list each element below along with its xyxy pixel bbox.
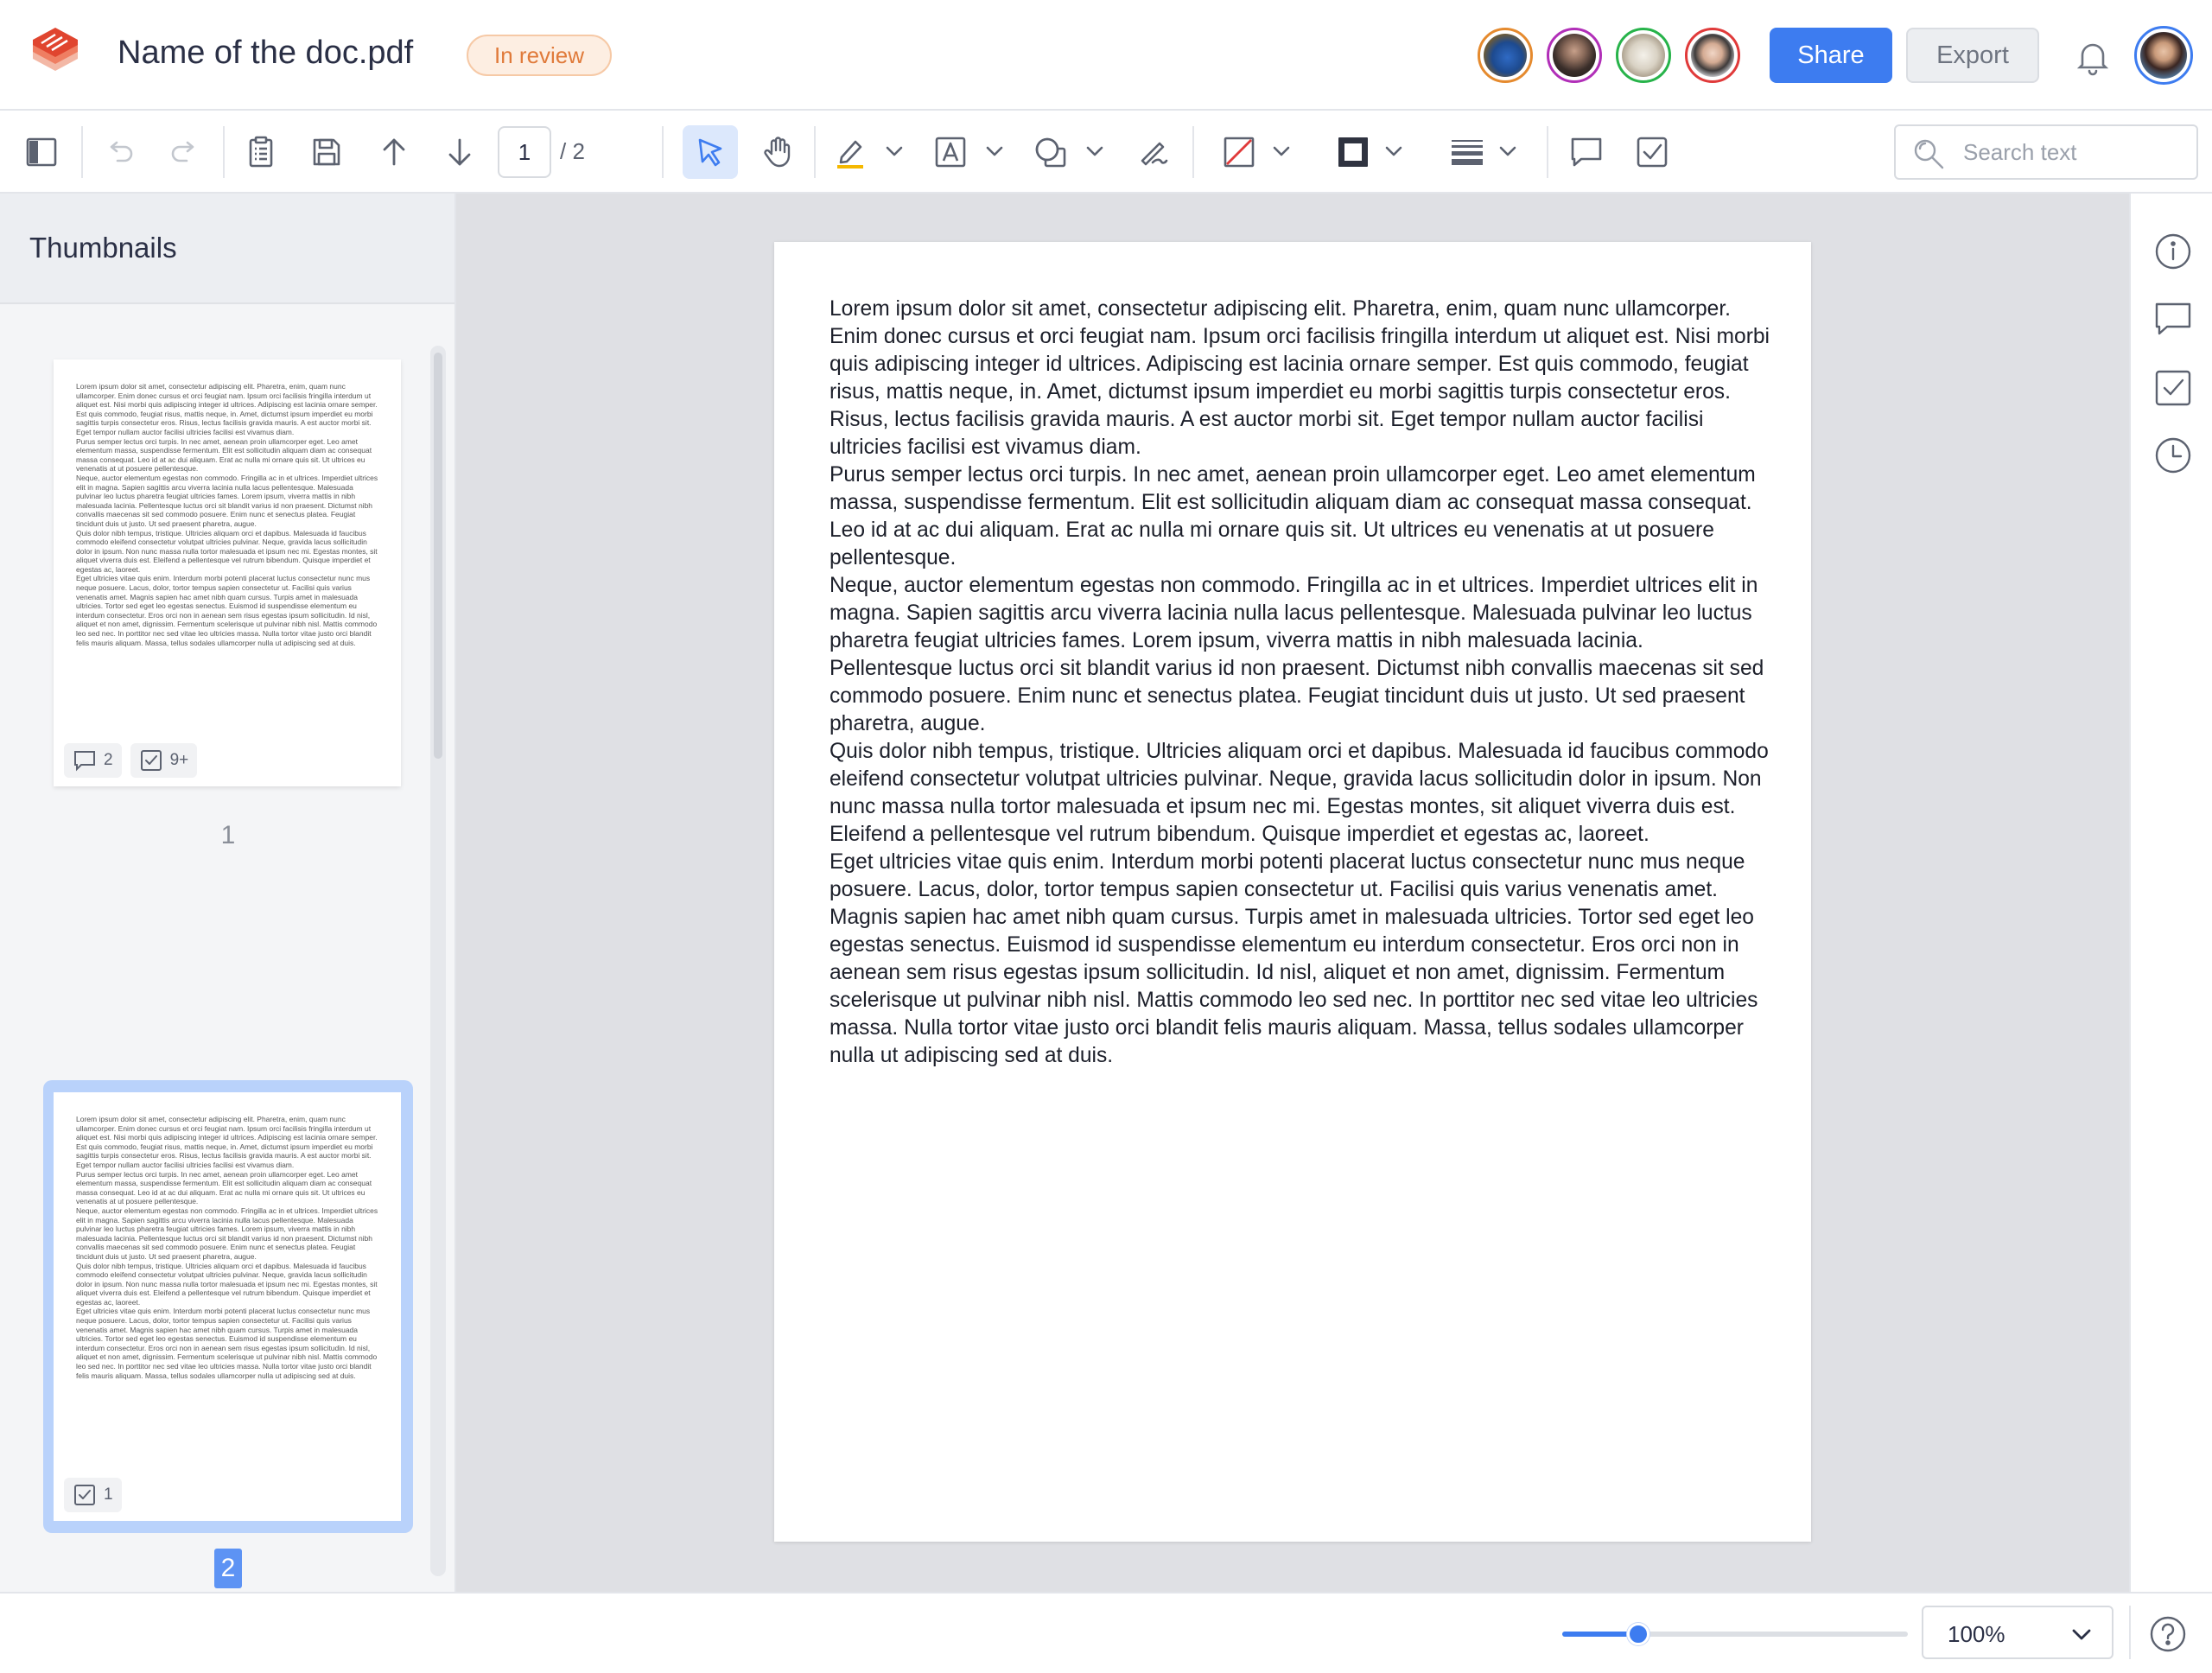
- redo-icon[interactable]: [162, 130, 207, 175]
- share-button[interactable]: Share: [1770, 28, 1892, 83]
- thumbnail-page-number: 1: [220, 821, 236, 849]
- line-style-icon[interactable]: [1445, 130, 1490, 175]
- signature-tool-icon[interactable]: [1130, 130, 1175, 175]
- undo-icon[interactable]: [97, 130, 142, 175]
- paragraph[interactable]: Eget ultricies vitae quis enim. Interdum…: [830, 849, 1771, 1070]
- chevron-down-icon[interactable]: [1270, 140, 1293, 162]
- checkbox-icon: [140, 750, 162, 771]
- thumbnail-badges: 2 9+: [64, 743, 198, 778]
- app-header: Name of the doc.pdf In review Share Expo…: [0, 0, 2212, 111]
- pan-tool-icon[interactable]: [755, 130, 800, 175]
- thumbnails-sidebar: Thumbnails Lorem ipsum dolor sit amet, c…: [0, 194, 456, 1673]
- search-input[interactable]: [1963, 135, 2188, 169]
- help-icon[interactable]: [2148, 1614, 2188, 1654]
- thumbnail-page-number-selected: 2: [214, 1549, 242, 1588]
- chevron-down-icon[interactable]: [1382, 140, 1405, 162]
- collaborator-avatar[interactable]: [1478, 28, 1533, 83]
- comments-icon[interactable]: [2153, 299, 2193, 339]
- sidebar-title: Thumbnails: [29, 232, 177, 264]
- paragraph[interactable]: Quis dolor nibh tempus, tristique. Ultri…: [830, 738, 1771, 849]
- shapes-tool-icon[interactable]: [1028, 130, 1073, 175]
- comment-tool-icon[interactable]: [1564, 130, 1609, 175]
- page-thumbnail-2[interactable]: Lorem ipsum dolor sit amet, consectetur …: [54, 1092, 401, 1521]
- paragraph[interactable]: Lorem ipsum dolor sit amet, consectetur …: [830, 296, 1771, 461]
- comment-count-badge[interactable]: 2: [64, 743, 122, 778]
- status-badge[interactable]: In review: [467, 35, 613, 76]
- footer: 100%: [0, 1592, 2212, 1673]
- paragraph[interactable]: Neque, auctor elementum egestas non comm…: [830, 572, 1771, 738]
- zoom-slider[interactable]: [1562, 1623, 1908, 1645]
- history-icon[interactable]: [2153, 436, 2193, 475]
- chevron-down-icon[interactable]: [1497, 140, 1519, 162]
- chevron-down-icon[interactable]: [883, 140, 906, 162]
- app-logo-icon[interactable]: [29, 24, 81, 86]
- document-title[interactable]: Name of the doc.pdf: [118, 35, 413, 72]
- user-avatar[interactable]: [2134, 26, 2193, 85]
- toolbar: [0, 111, 2212, 194]
- sidebar-header: Thumbnails: [0, 194, 454, 304]
- chevron-down-icon: [2072, 1629, 2091, 1640]
- search-icon: [1914, 139, 1944, 169]
- checkbox-icon: [74, 1485, 95, 1505]
- info-icon[interactable]: [2153, 232, 2193, 271]
- zoom-select[interactable]: 100%: [1922, 1606, 2113, 1659]
- page-total: / 2: [560, 138, 585, 164]
- document-page[interactable]: Lorem ipsum dolor sit amet, consectetur …: [774, 242, 1811, 1542]
- collaborator-avatar[interactable]: [1685, 28, 1740, 83]
- select-tool-icon[interactable]: [683, 125, 738, 179]
- notification-bell-icon[interactable]: [2074, 38, 2112, 76]
- tasks-icon[interactable]: [2153, 368, 2193, 408]
- thumbnails-scrollbar-thumb[interactable]: [434, 353, 442, 759]
- export-button[interactable]: Export: [1906, 28, 2039, 83]
- paragraph[interactable]: Purus semper lectus orci turpis. In nec …: [830, 461, 1771, 572]
- chevron-down-icon[interactable]: [983, 140, 1006, 162]
- page-number-input[interactable]: 1: [498, 126, 551, 178]
- clipboard-icon[interactable]: [238, 130, 283, 175]
- checkbox-tool-icon[interactable]: [1630, 130, 1675, 175]
- collaborator-avatar[interactable]: [1616, 28, 1671, 83]
- save-icon[interactable]: [304, 130, 349, 175]
- chevron-down-icon[interactable]: [1084, 140, 1106, 162]
- sidebar-toggle-icon[interactable]: [19, 130, 64, 175]
- page-thumbnail-1[interactable]: Lorem ipsum dolor sit amet, consectetur …: [54, 359, 401, 786]
- page-text[interactable]: Lorem ipsum dolor sit amet, consectetur …: [830, 296, 1771, 1070]
- search-box[interactable]: [1894, 124, 2198, 180]
- thumbnail-text: Lorem ipsum dolor sit amet, consectetur …: [76, 382, 378, 647]
- collaborator-avatar[interactable]: [1547, 28, 1602, 83]
- next-page-icon[interactable]: [437, 130, 482, 175]
- right-rail: [2129, 194, 2212, 1592]
- fill-color-icon[interactable]: [1217, 130, 1262, 175]
- zoom-value: 100%: [1948, 1621, 2005, 1647]
- previous-page-icon[interactable]: [372, 130, 416, 175]
- text-tool-icon[interactable]: [928, 130, 973, 175]
- highlighter-tool-icon[interactable]: [828, 130, 873, 175]
- stroke-color-icon[interactable]: [1331, 130, 1376, 175]
- thumbnail-badges: 1: [64, 1478, 122, 1512]
- zoom-slider-handle[interactable]: [1627, 1623, 1649, 1645]
- task-count-badge[interactable]: 9+: [130, 743, 198, 778]
- comment-icon: [74, 751, 95, 772]
- task-count-badge[interactable]: 1: [64, 1478, 122, 1512]
- thumbnail-text: Lorem ipsum dolor sit amet, consectetur …: [76, 1115, 378, 1380]
